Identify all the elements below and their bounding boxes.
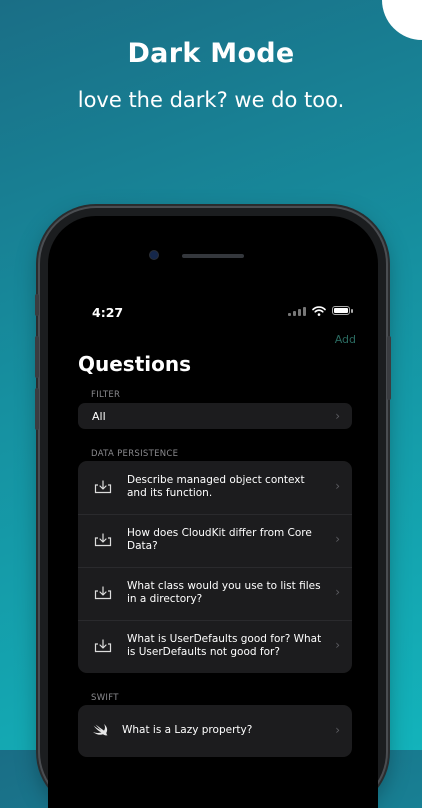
promo-subtitle: love the dark? we do too. bbox=[77, 88, 345, 112]
chevron-right-icon: › bbox=[335, 479, 340, 493]
tray-download-icon bbox=[94, 639, 112, 653]
question-text: What is a Lazy property? bbox=[122, 724, 253, 736]
chevron-right-icon: › bbox=[335, 532, 340, 546]
phone-power-button bbox=[387, 336, 391, 400]
tray-download-icon bbox=[94, 533, 112, 547]
question-row[interactable]: What class would you use to list files i… bbox=[78, 567, 352, 620]
question-text: Describe managed object context and its … bbox=[127, 474, 305, 499]
question-row[interactable]: How does CloudKit differ from Core Data?… bbox=[78, 514, 352, 567]
swift-logo-icon bbox=[93, 724, 108, 736]
status-time: 4:27 bbox=[92, 305, 124, 320]
tray-download-icon bbox=[94, 480, 112, 494]
front-camera-icon bbox=[150, 251, 158, 259]
phone-volume-down bbox=[35, 388, 39, 430]
chevron-right-icon: › bbox=[335, 638, 340, 652]
chevron-right-icon: › bbox=[335, 409, 340, 423]
battery-icon bbox=[332, 306, 354, 316]
background-corner bbox=[382, 0, 422, 40]
filter-value: All bbox=[92, 410, 106, 423]
phone-volume-up bbox=[35, 336, 39, 378]
section-label-swift: SWIFT bbox=[91, 693, 119, 703]
tray-download-icon bbox=[94, 586, 112, 600]
question-row[interactable]: What is a Lazy property? › bbox=[78, 705, 352, 757]
question-text: How does CloudKit differ from Core Data? bbox=[127, 527, 312, 552]
add-button[interactable]: Add bbox=[335, 333, 356, 346]
phone-silent-switch bbox=[35, 294, 39, 316]
section-label-data-persistence: DATA PERSISTENCE bbox=[91, 449, 179, 459]
filter-section-label: FILTER bbox=[91, 390, 121, 400]
status-icons bbox=[288, 306, 354, 316]
question-row[interactable]: Describe managed object context and its … bbox=[78, 461, 352, 514]
data-persistence-list: Describe managed object context and its … bbox=[78, 461, 352, 673]
phone-frame: 4:27 Add Questions FILTER All › DATA PER… bbox=[35, 208, 391, 808]
filter-row[interactable]: All › bbox=[78, 403, 352, 429]
promo-title: Dark Mode bbox=[127, 38, 295, 69]
wifi-icon bbox=[312, 306, 326, 316]
chevron-right-icon: › bbox=[335, 723, 340, 737]
chevron-right-icon: › bbox=[335, 585, 340, 599]
question-text: What class would you use to list files i… bbox=[127, 580, 321, 605]
app-screen: 4:27 Add Questions FILTER All › DATA PER… bbox=[62, 296, 368, 766]
phone-bezel: 4:27 Add Questions FILTER All › DATA PER… bbox=[48, 216, 378, 808]
cellular-signal-icon bbox=[288, 306, 306, 316]
question-text: What is UserDefaults good for? What is U… bbox=[127, 633, 322, 658]
page-title: Questions bbox=[78, 352, 192, 376]
question-row[interactable]: What is UserDefaults good for? What is U… bbox=[78, 620, 352, 673]
earpiece-speaker bbox=[182, 254, 244, 258]
swift-list: What is a Lazy property? › bbox=[78, 705, 352, 757]
